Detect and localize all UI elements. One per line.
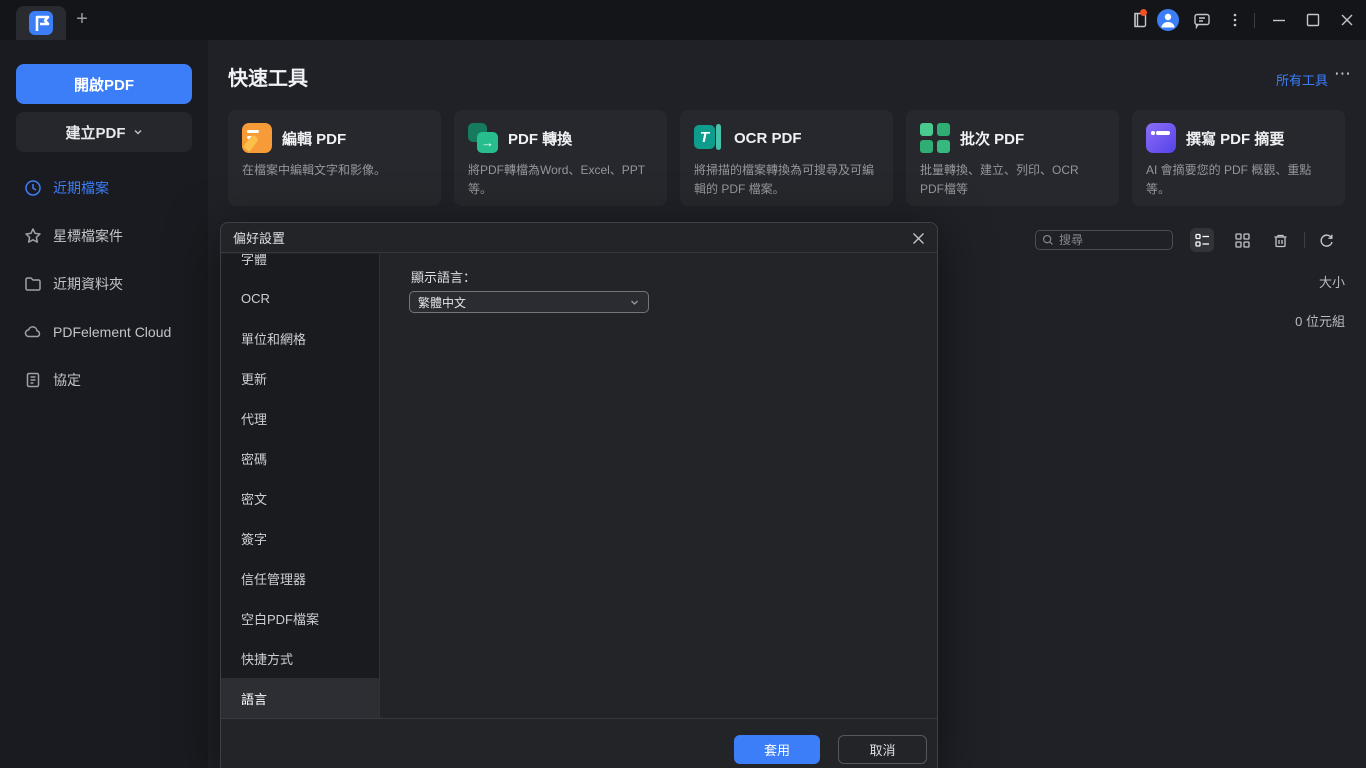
sidebar-item-agreement[interactable]: 協定 (0, 356, 208, 404)
dialog-title: 偏好設置 (233, 228, 285, 247)
sidebar-item-recent-folders[interactable]: 近期資料夾 (0, 260, 208, 308)
minimize-button[interactable] (1270, 11, 1288, 29)
sidebar-item-pdfelement-cloud[interactable]: PDFelement Cloud (0, 308, 208, 356)
sidebar: 開啟PDF 建立PDF 近期檔案 星標檔案件 近期資料夾 P (0, 40, 208, 768)
dialog-nav-update[interactable]: 更新 (221, 358, 379, 398)
dialog-nav-proxy[interactable]: 代理 (221, 398, 379, 438)
open-pdf-button[interactable]: 開啟PDF (16, 64, 192, 104)
ocr-pdf-icon: T (694, 123, 724, 153)
app-tab[interactable] (16, 6, 66, 40)
chevron-down-icon (133, 127, 143, 137)
card-desc: 在檔案中編輯文字和影像。 (242, 161, 427, 180)
account-avatar[interactable] (1157, 9, 1179, 31)
chevron-down-icon (629, 297, 640, 308)
batch-pdf-icon (920, 123, 950, 153)
sidebar-item-starred-files[interactable]: 星標檔案件 (0, 212, 208, 260)
sidebar-item-label: 星標檔案件 (53, 226, 123, 246)
dialog-nav-trust-manager[interactable]: 信任管理器 (221, 558, 379, 598)
feedback-icon[interactable] (1193, 11, 1211, 29)
notification-badge (1140, 9, 1147, 16)
card-title: 編輯 PDF (282, 128, 346, 149)
kebab-menu-icon[interactable] (1226, 11, 1244, 29)
folder-icon (24, 275, 42, 293)
card-title: PDF 轉換 (508, 128, 572, 149)
create-pdf-button[interactable]: 建立PDF (16, 112, 192, 152)
card-title: 批次 PDF (960, 128, 1024, 149)
cloud-icon (24, 323, 42, 341)
more-tools-button[interactable]: ⋯ (1334, 64, 1352, 84)
sidebar-item-label: 近期檔案 (53, 178, 109, 198)
card-ocr-pdf[interactable]: T OCR PDF 將掃描的檔案轉換為可搜尋及可編輯的 PDF 檔案。 (680, 110, 893, 206)
display-language-value: 繁體中文 (418, 294, 466, 311)
all-tools-link[interactable]: 所有工具 (1276, 70, 1328, 89)
trash-button[interactable] (1268, 228, 1292, 252)
grid-view-icon (1234, 232, 1251, 249)
card-batch-pdf[interactable]: 批次 PDF 批量轉換、建立、列印、OCR PDF檔等 (906, 110, 1119, 206)
close-icon (912, 232, 925, 245)
page-title: 快速工具 (228, 62, 308, 91)
display-language-select[interactable]: 繁體中文 (409, 291, 649, 313)
card-title: 撰寫 PDF 摘要 (1186, 128, 1284, 149)
quick-tools-cards: 編輯 PDF 在檔案中編輯文字和影像。 → PDF 轉換 將PDF轉檔為Word… (228, 110, 1345, 206)
dialog-nav-password[interactable]: 密碼 (221, 438, 379, 478)
list-view-button[interactable] (1190, 228, 1214, 252)
trash-icon (1272, 232, 1289, 249)
dialog-titlebar: 偏好設置 (221, 223, 937, 253)
sidebar-item-label: PDFelement Cloud (53, 324, 171, 340)
sidebar-item-label: 協定 (53, 370, 81, 390)
dialog-nav-fonts[interactable]: 字體 (221, 254, 379, 278)
document-icon (24, 371, 42, 389)
titlebar: + (0, 0, 1366, 40)
dialog-nav-units-grid[interactable]: 單位和網格 (221, 318, 379, 358)
maximize-button[interactable] (1304, 11, 1322, 29)
dialog-nav-language[interactable]: 語言 (221, 678, 379, 718)
dialog-nav-signature[interactable]: 簽字 (221, 518, 379, 558)
sidebar-item-label: 近期資料夾 (53, 274, 123, 294)
grid-view-button[interactable] (1230, 228, 1254, 252)
create-pdf-label: 建立PDF (65, 122, 125, 143)
edit-pdf-icon (242, 123, 272, 153)
toolbar-separator (1304, 232, 1305, 248)
dialog-nav-shortcuts[interactable]: 快捷方式 (221, 638, 379, 678)
dialog-nav-redaction[interactable]: 密文 (221, 478, 379, 518)
dialog-close-button[interactable] (907, 227, 929, 249)
sidebar-nav: 近期檔案 星標檔案件 近期資料夾 PDFelement Cloud 協定 (0, 164, 208, 404)
refresh-icon (1318, 232, 1335, 249)
titlebar-separator (1254, 13, 1255, 28)
dialog-footer (221, 718, 937, 768)
card-desc: AI 會摘要您的 PDF 概觀、重點等。 (1146, 161, 1331, 198)
new-tab-button[interactable]: + (70, 7, 94, 31)
display-language-label: 顯示語言： (411, 267, 476, 286)
preferences-dialog: 偏好設置 字體 OCR 單位和網格 更新 代理 密碼 密文 簽字 信任管理器 空… (220, 222, 938, 768)
dialog-nav-ocr[interactable]: OCR (221, 278, 379, 318)
close-button[interactable] (1338, 11, 1356, 29)
card-desc: 將掃描的檔案轉換為可搜尋及可編輯的 PDF 檔案。 (694, 161, 879, 198)
star-icon (24, 227, 42, 245)
card-desc: 批量轉換、建立、列印、OCR PDF檔等 (920, 161, 1105, 198)
dialog-nav: 字體 OCR 單位和網格 更新 代理 密碼 密文 簽字 信任管理器 空白PDF檔… (221, 254, 379, 718)
refresh-button[interactable] (1314, 228, 1338, 252)
search-box[interactable] (1035, 230, 1173, 250)
card-summarize-pdf[interactable]: 撰寫 PDF 摘要 AI 會摘要您的 PDF 概觀、重點等。 (1132, 110, 1345, 206)
total-size-value: 0 位元組 (1295, 311, 1345, 330)
size-column-header[interactable]: 大小 (1319, 272, 1345, 291)
apply-button[interactable]: 套用 (734, 735, 820, 764)
summarize-pdf-icon (1146, 123, 1176, 153)
pdfelement-logo-icon (29, 11, 53, 35)
card-convert-pdf[interactable]: → PDF 轉換 將PDF轉檔為Word、Excel、PPT等。 (454, 110, 667, 206)
dialog-sidebar: 字體 OCR 單位和網格 更新 代理 密碼 密文 簽字 信任管理器 空白PDF檔… (221, 254, 380, 719)
card-desc: 將PDF轉檔為Word、Excel、PPT等。 (468, 161, 653, 198)
card-edit-pdf[interactable]: 編輯 PDF 在檔案中編輯文字和影像。 (228, 110, 441, 206)
cancel-button[interactable]: 取消 (838, 735, 927, 764)
sidebar-item-recent-files[interactable]: 近期檔案 (0, 164, 208, 212)
search-icon (1042, 234, 1054, 246)
convert-pdf-icon: → (468, 123, 498, 153)
card-title: OCR PDF (734, 130, 802, 147)
dialog-nav-blank-pdf[interactable]: 空白PDF檔案 (221, 598, 379, 638)
clock-icon (24, 179, 42, 197)
search-input[interactable] (1059, 233, 1166, 247)
list-view-icon (1194, 232, 1211, 249)
